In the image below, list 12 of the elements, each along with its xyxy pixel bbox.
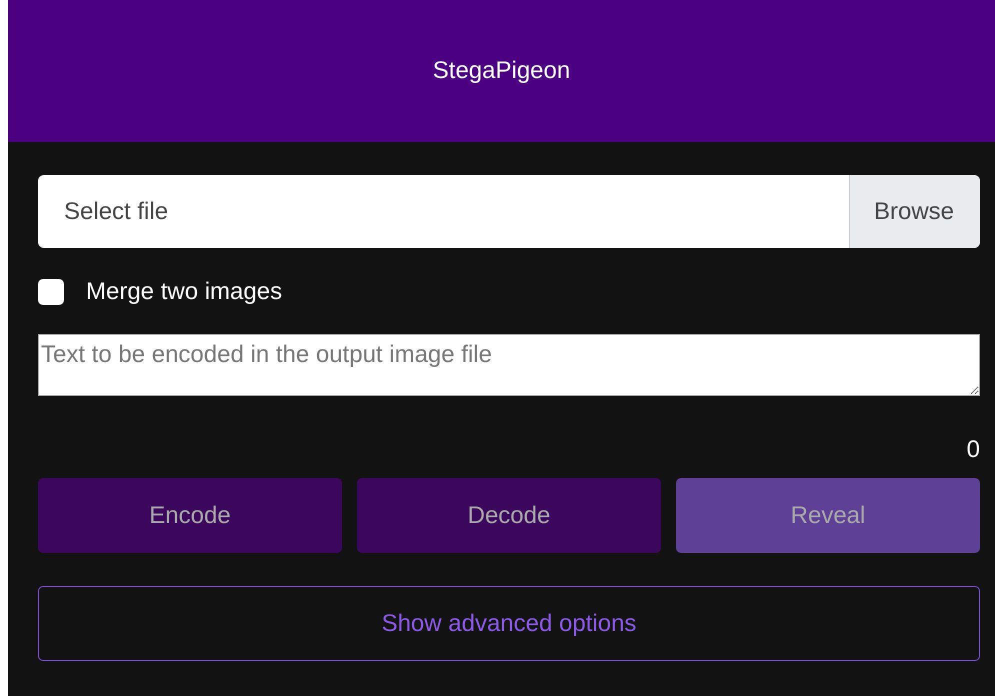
action-button[interactable]: Decode — [357, 478, 661, 553]
action-button[interactable]: Encode — [38, 478, 342, 553]
checkbox[interactable] — [38, 279, 64, 305]
checkbox-label: Merge two images — [86, 278, 282, 306]
action-button[interactable]: Reveal — [676, 478, 980, 553]
file-input[interactable]: Select file Browse — [38, 175, 980, 248]
app-title: StegaPigeon — [432, 57, 570, 85]
file-placeholder: Select file — [63, 198, 170, 226]
character-count: 0 — [966, 436, 980, 464]
message-field[interactable]: Text to be encoded in the output image file — [38, 334, 980, 396]
browse-button[interactable]: Browse — [848, 175, 980, 248]
advanced-options-button[interactable]: Show advanced options — [38, 586, 980, 661]
